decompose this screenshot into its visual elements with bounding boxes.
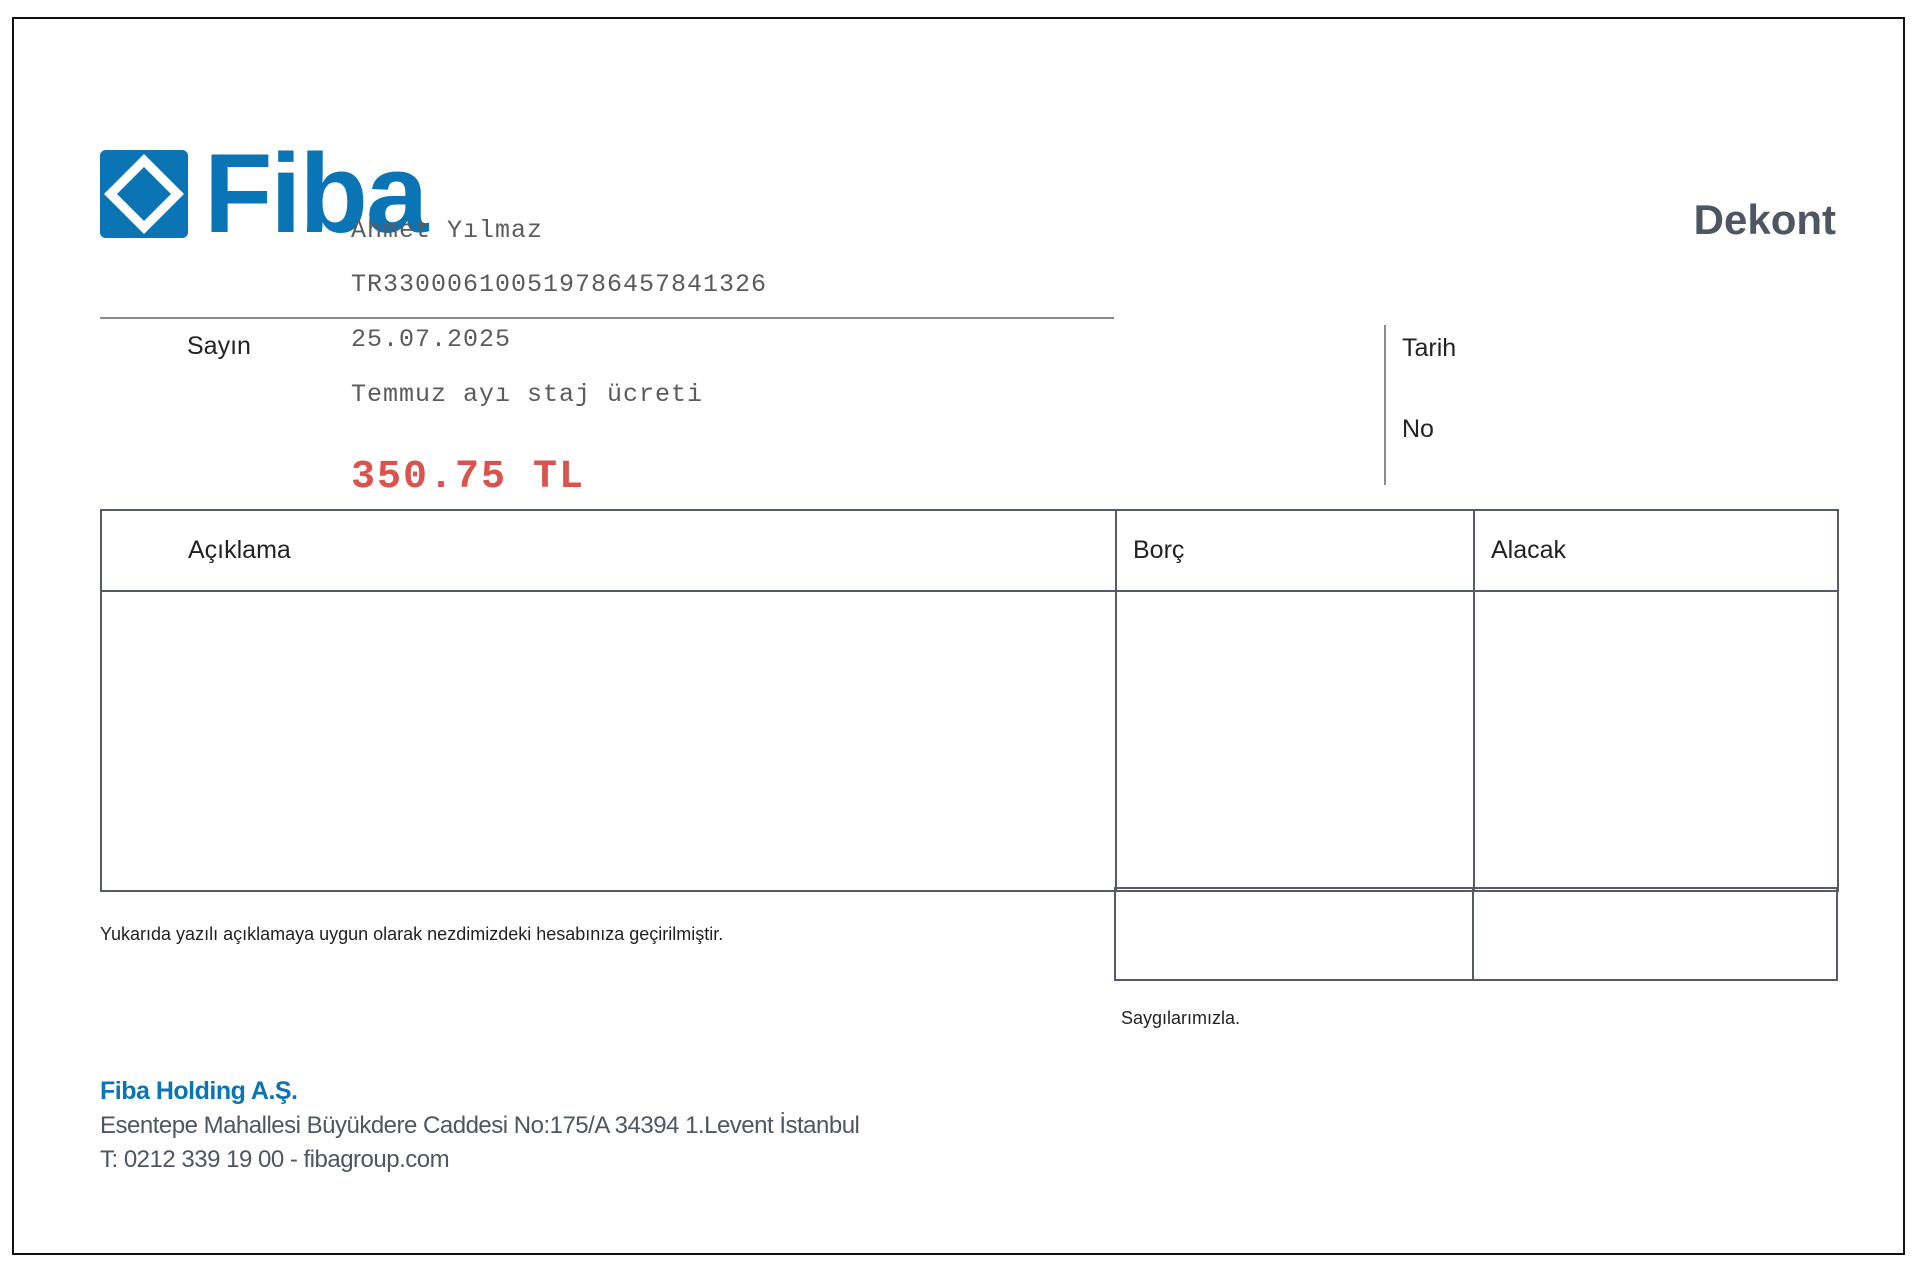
- total-alacak-cell: [1472, 887, 1838, 981]
- document-title: Dekont: [1693, 196, 1836, 243]
- footer-company: Fiba Holding A.Ş.: [100, 1077, 298, 1105]
- recipient-name: Ahmet Yılmaz: [351, 216, 544, 245]
- recipient-iban: TR330006100519786457841326: [351, 270, 768, 299]
- footer-contact: T: 0212 339 19 00 - fibagroup.com: [100, 1146, 450, 1173]
- table-header-row: Açıklama Borç Alacak: [100, 509, 1839, 592]
- salutation-label: Sayın: [187, 332, 251, 360]
- totals-table: [1114, 887, 1838, 981]
- body-aciklama-cell: [100, 590, 1117, 892]
- footer-address: Esentepe Mahallesi Büyükdere Caddesi No:…: [100, 1112, 860, 1139]
- transaction-table: Açıklama Borç Alacak: [100, 509, 1839, 892]
- date-label: Tarih: [1402, 334, 1457, 362]
- totals-row: [1114, 887, 1838, 981]
- header-aciklama: Açıklama: [100, 509, 1117, 592]
- no-label: No: [1402, 415, 1434, 443]
- header-divider: [100, 317, 1114, 319]
- header-alacak: Alacak: [1473, 509, 1839, 592]
- header-borc: Borç: [1115, 509, 1475, 592]
- transaction-date: 25.07.2025: [351, 325, 512, 354]
- transaction-amount: 350.75 TL: [351, 455, 586, 500]
- table-body-row: [100, 590, 1839, 892]
- body-alacak-cell: [1473, 590, 1839, 892]
- statement-note: Yukarıda yazılı açıklamaya uygun olarak …: [100, 924, 724, 944]
- closing-note: Saygılarımızla.: [1121, 1008, 1241, 1028]
- body-borc-cell: [1115, 590, 1475, 892]
- fiba-diamond-icon: [100, 150, 188, 238]
- meta-divider: [1384, 325, 1386, 485]
- transaction-description: Temmuz ayı staj ücreti: [351, 380, 704, 409]
- total-borc-cell: [1114, 887, 1474, 981]
